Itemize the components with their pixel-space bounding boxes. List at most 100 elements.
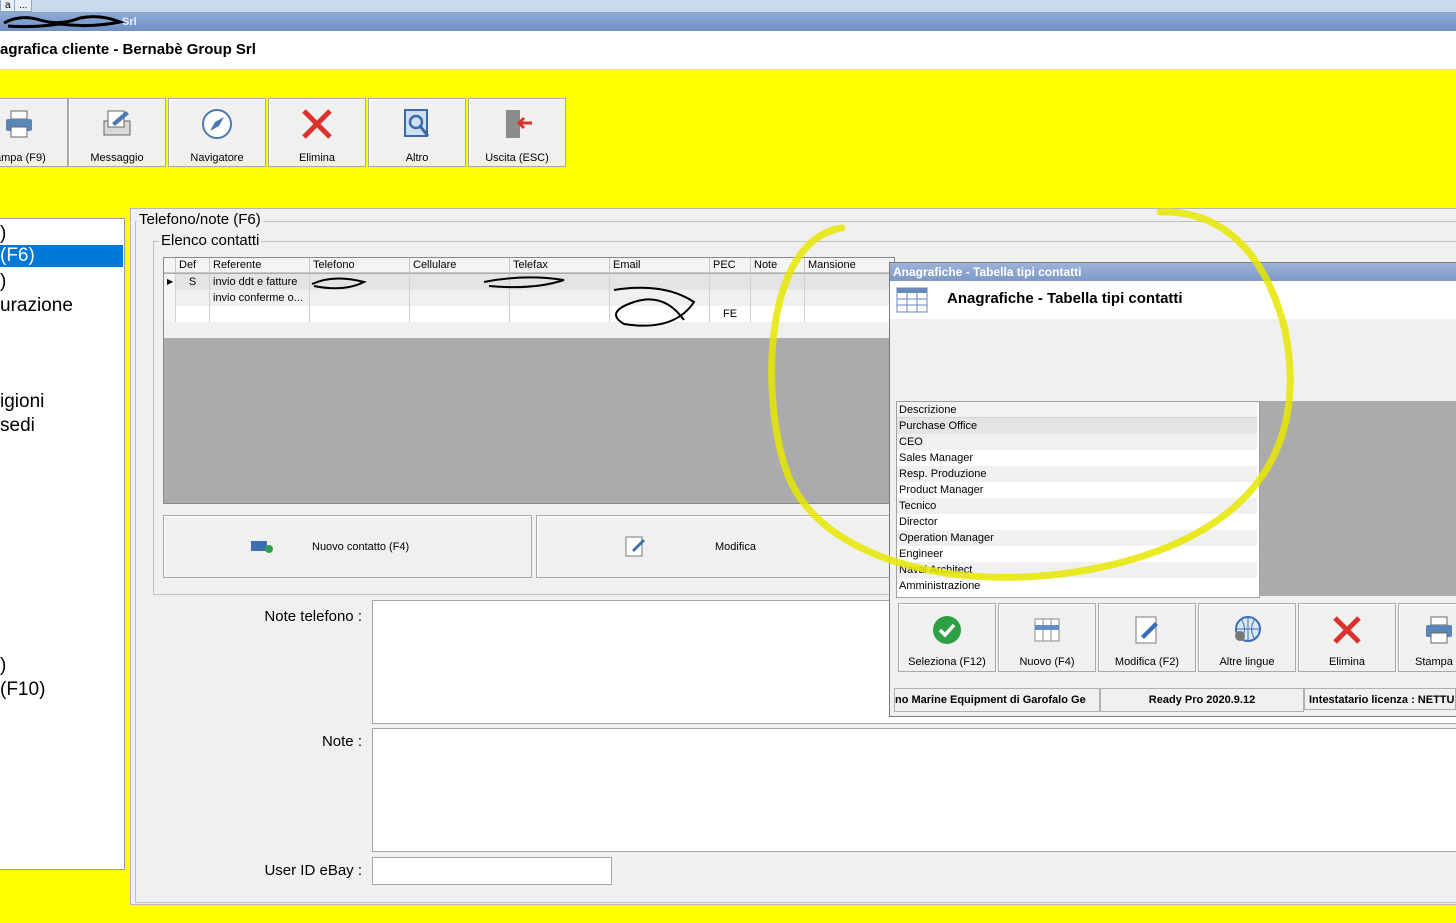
cell-def: S — [176, 274, 210, 290]
search-book-icon — [404, 109, 430, 137]
contact-types-dialog: Anagrafiche - Tabella tipi contatti Anag… — [889, 262, 1456, 717]
modify-contact-label: Modifica — [715, 541, 756, 553]
exit-button[interactable]: Uscita (ESC) — [468, 98, 566, 167]
edit-icon — [625, 536, 645, 557]
checkmark-icon — [933, 616, 961, 644]
tab-strip: a ... — [0, 0, 1456, 13]
other-languages-label: Altre lingue — [1219, 656, 1275, 668]
delete-label: Elimina — [298, 152, 336, 164]
select-button[interactable]: Seleziona (F12) — [898, 603, 996, 672]
note-field[interactable] — [372, 728, 1456, 852]
dialog-header: Anagrafiche - Tabella tipi contatti — [890, 281, 1456, 319]
compass-icon — [202, 109, 232, 139]
col-note[interactable]: Note — [751, 258, 805, 273]
row-header — [164, 306, 176, 322]
nav-item-8[interactable]: (F10) — [0, 679, 45, 701]
list-item[interactable]: Product Manager — [897, 482, 1257, 498]
col-email[interactable]: Email — [610, 258, 710, 273]
print-label: ampa (F9) — [0, 152, 46, 164]
contact-types-list[interactable]: Descrizione Purchase Office CEO Sales Ma… — [896, 401, 1260, 598]
ebay-label: User ID eBay : — [264, 862, 362, 879]
cell-referente — [210, 306, 310, 322]
table-icon — [896, 287, 928, 313]
delete-type-label: Elimina — [1328, 656, 1366, 668]
list-item[interactable]: CEO — [897, 434, 1257, 450]
col-def[interactable]: Def — [176, 258, 210, 273]
nav-item-1[interactable]: ) — [0, 223, 6, 245]
navigator-button[interactable]: Navigatore — [168, 98, 266, 167]
cell-referente: invio ddt e fatture — [210, 274, 310, 290]
cell-def — [176, 306, 210, 322]
ebay-user-id-input[interactable] — [372, 857, 612, 885]
cell-referente: invio conferme o... — [210, 290, 310, 306]
note-phone-label: Note telefono : — [264, 608, 362, 625]
cell-mansione — [805, 274, 894, 290]
phone-group-label: Telefono/note (F6) — [137, 211, 263, 228]
col-telefono[interactable]: Telefono — [310, 258, 410, 273]
status-version: Ready Pro 2020.9.12 — [1100, 688, 1304, 712]
modify-type-label: Modifica (F2) — [1114, 656, 1180, 668]
nav-item-7[interactable]: ) — [0, 655, 6, 677]
nav-item-selected[interactable]: (F6) — [0, 245, 123, 267]
cell-note — [751, 290, 805, 306]
col-pec[interactable]: PEC — [710, 258, 751, 273]
list-item[interactable]: Tecnico — [897, 498, 1257, 514]
contacts-grid[interactable]: Def Referente Telefono Cellulare Telefax… — [163, 257, 895, 504]
list-item[interactable]: Amministrazione — [897, 578, 1257, 594]
col-cellulare[interactable]: Cellulare — [410, 258, 510, 273]
nav-item-3[interactable]: ) — [0, 271, 6, 293]
new-type-button[interactable]: Nuovo (F4) — [998, 603, 1096, 672]
list-item[interactable]: Naval Architect — [897, 562, 1257, 578]
list-item[interactable]: Engineer — [897, 546, 1257, 562]
print-button[interactable]: ampa (F9) — [0, 98, 68, 167]
tab-more[interactable]: ... — [14, 0, 33, 12]
page-title: agrafica cliente - Bernabè Group Srl — [0, 41, 256, 58]
col-referente[interactable]: Referente — [210, 258, 310, 273]
cell-mansione — [805, 306, 894, 322]
list-item[interactable]: Resp. Produzione — [897, 466, 1257, 482]
message-button[interactable]: Messaggio — [68, 98, 166, 167]
list-item[interactable]: Purchase Office — [897, 418, 1257, 434]
nav-item-4[interactable]: urazione — [0, 295, 73, 317]
modify-type-button[interactable]: Modifica (F2) — [1098, 603, 1196, 672]
col-mansione[interactable]: Mansione — [805, 258, 894, 273]
row-header — [164, 290, 176, 306]
delete-type-button[interactable]: Elimina — [1298, 603, 1396, 672]
new-grid-icon — [1034, 618, 1060, 642]
message-icon — [103, 110, 131, 136]
printer-icon — [6, 110, 32, 138]
cell-mansione — [805, 290, 894, 306]
printer-icon — [1426, 616, 1452, 644]
dialog-title-bar: Anagrafiche - Tabella tipi contatti — [890, 263, 1456, 281]
list-header-descrizione[interactable]: Descrizione — [897, 402, 1257, 418]
delete-x-icon — [1333, 616, 1361, 644]
add-contact-icon — [251, 541, 273, 553]
list-empty-area — [1258, 401, 1456, 596]
new-contact-label: Nuovo contatto (F4) — [312, 541, 410, 553]
modify-contact-button[interactable]: Modifica — [536, 515, 893, 578]
list-item[interactable]: Operation Manager — [897, 530, 1257, 546]
new-contact-button[interactable]: Nuovo contatto (F4) — [163, 515, 532, 578]
cell-note — [751, 274, 805, 290]
page-header: agrafica cliente - Bernabè Group Srl — [0, 31, 1456, 69]
delete-button[interactable]: Elimina — [268, 98, 366, 167]
globe-icon — [1235, 616, 1261, 642]
cell-note — [751, 306, 805, 322]
other-label: Altro — [405, 152, 429, 164]
row-indicator-icon: ▶ — [164, 274, 176, 290]
other-button[interactable]: Altro — [368, 98, 466, 167]
status-company: no Marine Equipment di Garofalo Ge — [894, 688, 1100, 712]
nav-item-6[interactable]: sedi — [0, 415, 35, 437]
nav-item-5[interactable]: igioni — [0, 391, 44, 413]
edit-icon — [1135, 616, 1158, 644]
navigator-label: Navigatore — [190, 152, 244, 164]
note-label: Note : — [321, 733, 362, 750]
list-item[interactable]: Director — [897, 514, 1257, 530]
col-telefax[interactable]: Telefax — [510, 258, 610, 273]
window-title-bar: Srl — [0, 13, 1456, 31]
exit-door-icon — [506, 110, 532, 138]
list-item[interactable]: Sales Manager — [897, 450, 1257, 466]
print-type-button[interactable]: Stampa — [1398, 603, 1456, 672]
other-languages-button[interactable]: Altre lingue — [1198, 603, 1296, 672]
print-type-label: Stampa — [1415, 656, 1453, 668]
